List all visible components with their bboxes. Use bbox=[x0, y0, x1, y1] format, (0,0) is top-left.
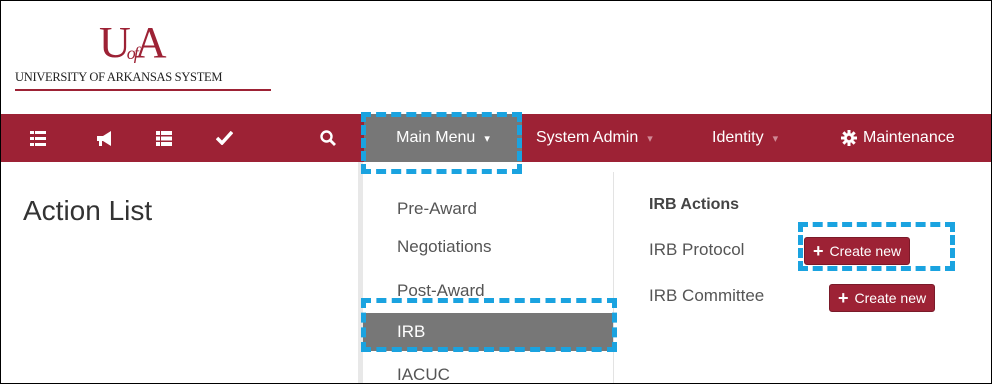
search-icon[interactable] bbox=[313, 114, 343, 162]
main-menu-dropdown[interactable]: Main Menu ▾ bbox=[364, 114, 522, 162]
main-menu-label: Main Menu bbox=[396, 129, 476, 146]
chevron-down-icon: ▾ bbox=[484, 132, 490, 145]
app-window: UofA UNIVERSITY OF ARKANSAS SYSTEM Main … bbox=[0, 0, 992, 384]
create-new-label: Create new bbox=[854, 290, 927, 306]
menu-item-pre-award[interactable]: Pre-Award bbox=[363, 192, 613, 226]
gear-icon bbox=[841, 130, 857, 146]
checkmark-icon[interactable] bbox=[209, 114, 239, 162]
logo-system-name: UNIVERSITY OF ARKANSAS SYSTEM bbox=[15, 70, 223, 84]
main-navbar: Main Menu ▾ System Admin ▾ Identity ▾ Ma… bbox=[1, 114, 991, 162]
create-irb-committee-button[interactable]: + Create new bbox=[829, 284, 936, 312]
plus-icon: + bbox=[838, 287, 849, 308]
system-admin-dropdown[interactable]: System Admin ▾ bbox=[536, 114, 653, 162]
chevron-down-icon: ▾ bbox=[647, 132, 653, 145]
irb-committee-label[interactable]: IRB Committee bbox=[649, 286, 764, 306]
maintenance-dropdown[interactable]: Maintenance bbox=[841, 114, 955, 162]
list-icon[interactable] bbox=[23, 114, 53, 162]
menu-divider bbox=[613, 172, 614, 383]
logo-mark: UofA bbox=[99, 18, 167, 67]
chevron-down-icon: ▾ bbox=[772, 132, 779, 145]
system-admin-label: System Admin bbox=[536, 129, 639, 146]
irb-actions-heading: IRB Actions bbox=[649, 196, 740, 213]
menu-item-iacuc[interactable]: IACUC bbox=[363, 358, 613, 383]
menu-item-irb[interactable]: IRB bbox=[363, 313, 613, 351]
identity-dropdown[interactable]: Identity ▾ bbox=[712, 114, 778, 162]
menu-item-post-award[interactable]: Post-Award bbox=[363, 274, 613, 308]
list-alt-icon[interactable] bbox=[149, 114, 179, 162]
logo-underline bbox=[15, 89, 271, 91]
create-new-label: Create new bbox=[829, 243, 902, 259]
plus-icon: + bbox=[813, 240, 824, 261]
logo-mark-of: of bbox=[126, 43, 139, 63]
logo-mark-a: A bbox=[134, 18, 167, 67]
menu-item-negotiations[interactable]: Negotiations bbox=[363, 230, 613, 264]
identity-label: Identity bbox=[712, 129, 764, 146]
page-title: Action List bbox=[23, 195, 153, 226]
megaphone-icon[interactable] bbox=[89, 114, 119, 162]
create-irb-protocol-button[interactable]: + Create new bbox=[804, 237, 911, 265]
logo-mark-u: U bbox=[99, 18, 131, 67]
main-menu-panel: Pre-Award Negotiations Post-Award IRB IA… bbox=[363, 162, 991, 383]
maintenance-label: Maintenance bbox=[863, 129, 955, 146]
irb-protocol-label[interactable]: IRB Protocol bbox=[649, 240, 744, 260]
